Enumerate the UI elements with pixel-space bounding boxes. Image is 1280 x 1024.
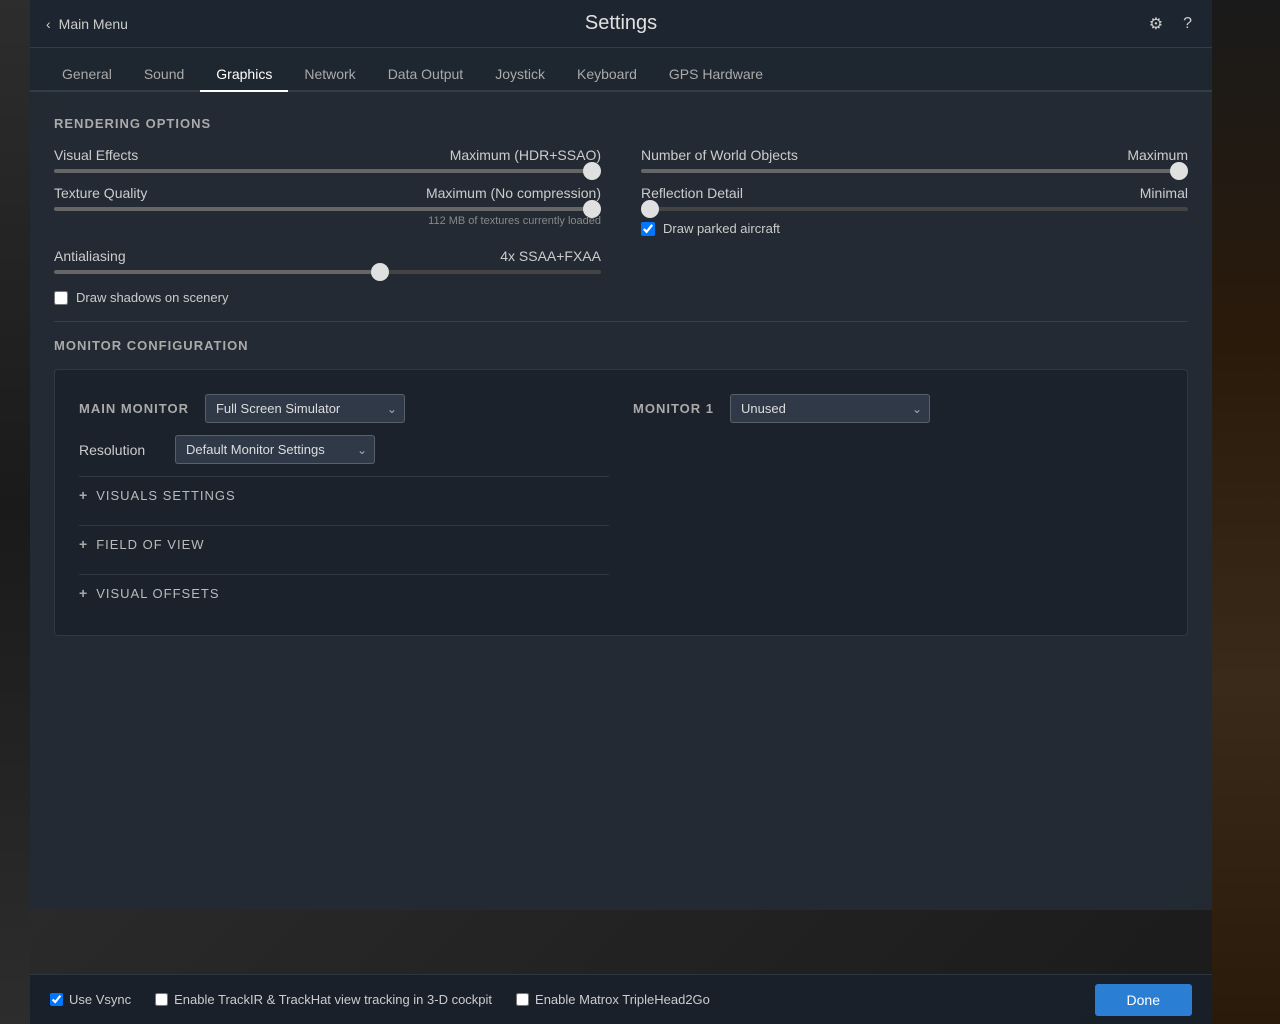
visual-effects-row: Visual Effects Maximum (HDR+SSAO) (54, 147, 601, 173)
world-objects-row: Number of World Objects Maximum (641, 147, 1188, 173)
help-icon: ? (1183, 15, 1192, 32)
resolution-dropdown[interactable]: Default Monitor Settings 1920x1080 2560x… (175, 435, 375, 464)
antialiasing-value: 4x SSAA+FXAA (500, 248, 601, 264)
cockpit-right-panel (1212, 0, 1280, 1024)
main-monitor-select[interactable]: Full Screen Simulator Windowed Simulator… (205, 394, 405, 423)
draw-parked-aircraft-row: Draw parked aircraft (641, 221, 1188, 236)
visuals-settings-header[interactable]: + VISUALS SETTINGS (79, 487, 609, 503)
vsync-label: Use Vsync (69, 992, 131, 1007)
tab-gps-hardware[interactable]: GPS Hardware (653, 58, 779, 92)
draw-shadows-label: Draw shadows on scenery (76, 290, 228, 305)
texture-quality-value: Maximum (No compression) (426, 185, 601, 201)
texture-quality-row: Texture Quality Maximum (No compression)… (54, 185, 601, 236)
back-label[interactable]: Main Menu (59, 16, 128, 32)
sliders-icon: ⚙ (1149, 16, 1163, 33)
done-button[interactable]: Done (1095, 984, 1192, 1016)
antialiasing-slider[interactable] (54, 270, 601, 274)
vsync-row: Use Vsync (50, 992, 131, 1007)
tab-keyboard[interactable]: Keyboard (561, 58, 653, 92)
visual-effects-slider[interactable] (54, 169, 601, 173)
help-button[interactable]: ? (1179, 11, 1196, 37)
header-actions: ⚙ ? (1145, 10, 1196, 38)
tab-data-output[interactable]: Data Output (372, 58, 480, 92)
draw-shadows-checkbox[interactable] (54, 291, 68, 305)
draw-parked-aircraft-checkbox[interactable] (641, 222, 655, 236)
visual-effects-label: Visual Effects (54, 147, 138, 163)
visual-effects-value: Maximum (HDR+SSAO) (450, 147, 601, 163)
cockpit-left-panel (0, 0, 30, 1024)
back-nav[interactable]: ‹ Main Menu (46, 16, 128, 32)
matrox-label: Enable Matrox TripleHead2Go (535, 992, 710, 1007)
monitor1-label: MONITOR 1 (633, 401, 714, 416)
antialiasing-label: Antialiasing (54, 248, 126, 264)
tab-general[interactable]: General (46, 58, 128, 92)
monitor-section-header: MONITOR CONFIGURATION (54, 338, 1188, 353)
page-title: Settings (585, 12, 657, 35)
resolution-label: Resolution (79, 442, 159, 458)
world-objects-slider[interactable] (641, 169, 1188, 173)
visuals-expand-icon: + (79, 487, 88, 503)
monitors-grid: MAIN MONITOR Full Screen Simulator Windo… (79, 394, 1163, 611)
main-monitor-dropdown[interactable]: Full Screen Simulator Windowed Simulator… (205, 394, 405, 423)
tab-bar: General Sound Graphics Network Data Outp… (30, 48, 1212, 92)
reflection-detail-label: Reflection Detail (641, 185, 743, 201)
reflection-detail-value: Minimal (1140, 185, 1188, 201)
tab-graphics[interactable]: Graphics (200, 58, 288, 92)
fov-expand-icon: + (79, 536, 88, 552)
texture-quality-slider[interactable] (54, 207, 601, 211)
trackir-row: Enable TrackIR & TrackHat view tracking … (155, 992, 492, 1007)
monitor-config-area: MAIN MONITOR Full Screen Simulator Windo… (54, 369, 1188, 636)
visual-offsets-header[interactable]: + VISUAL OFFSETS (79, 585, 609, 601)
monitor1-dropdown[interactable]: Unused Full Screen Simulator Windowed Si… (730, 394, 930, 423)
world-objects-label: Number of World Objects (641, 147, 798, 163)
resolution-select[interactable]: Default Monitor Settings 1920x1080 2560x… (175, 435, 375, 464)
draw-shadows-row: Draw shadows on scenery (54, 290, 1188, 305)
monitor1-section: MONITOR 1 Unused Full Screen Simulator W… (633, 394, 1163, 611)
visuals-settings-section: + VISUALS SETTINGS (79, 476, 609, 513)
resolution-row: Resolution Default Monitor Settings 1920… (79, 435, 609, 464)
field-of-view-header[interactable]: + FIELD OF VIEW (79, 536, 609, 552)
visual-offsets-label: VISUAL OFFSETS (96, 586, 219, 601)
vsync-checkbox[interactable] (50, 993, 63, 1006)
offsets-expand-icon: + (79, 585, 88, 601)
rendering-section-header: RENDERING OPTIONS (54, 116, 1188, 131)
bottom-bar: Use Vsync Enable TrackIR & TrackHat view… (30, 974, 1212, 1024)
tab-joystick[interactable]: Joystick (479, 58, 561, 92)
rendering-grid: Visual Effects Maximum (HDR+SSAO) Number… (54, 147, 1188, 274)
back-chevron-icon: ‹ (46, 16, 51, 32)
tab-sound[interactable]: Sound (128, 58, 200, 92)
content-area: RENDERING OPTIONS Visual Effects Maximum… (30, 92, 1212, 652)
reflection-detail-slider[interactable] (641, 207, 1188, 211)
matrox-checkbox[interactable] (516, 993, 529, 1006)
monitor1-select[interactable]: Unused Full Screen Simulator Windowed Si… (730, 394, 930, 423)
main-monitor-label: MAIN MONITOR (79, 401, 189, 416)
settings-panel: ‹ Main Menu Settings ⚙ ? General Sound G… (30, 0, 1212, 910)
texture-quality-label: Texture Quality (54, 185, 147, 201)
world-objects-value: Maximum (1127, 147, 1188, 163)
header: ‹ Main Menu Settings ⚙ ? (30, 0, 1212, 48)
tab-network[interactable]: Network (288, 58, 371, 92)
reflection-detail-row: Reflection Detail Minimal Draw parked ai… (641, 185, 1188, 236)
trackir-checkbox[interactable] (155, 993, 168, 1006)
trackir-label: Enable TrackIR & TrackHat view tracking … (174, 992, 492, 1007)
antialiasing-row: Antialiasing 4x SSAA+FXAA (54, 248, 601, 274)
matrox-row: Enable Matrox TripleHead2Go (516, 992, 710, 1007)
visual-offsets-section: + VISUAL OFFSETS (79, 574, 609, 611)
draw-parked-aircraft-label: Draw parked aircraft (663, 221, 780, 236)
field-of-view-section: + FIELD OF VIEW (79, 525, 609, 562)
field-of-view-label: FIELD OF VIEW (96, 537, 204, 552)
settings-icon-button[interactable]: ⚙ (1145, 10, 1167, 38)
main-monitor-section: MAIN MONITOR Full Screen Simulator Windo… (79, 394, 609, 611)
visuals-settings-label: VISUALS SETTINGS (96, 488, 236, 503)
texture-quality-hint: 112 MB of textures currently loaded (54, 215, 601, 227)
